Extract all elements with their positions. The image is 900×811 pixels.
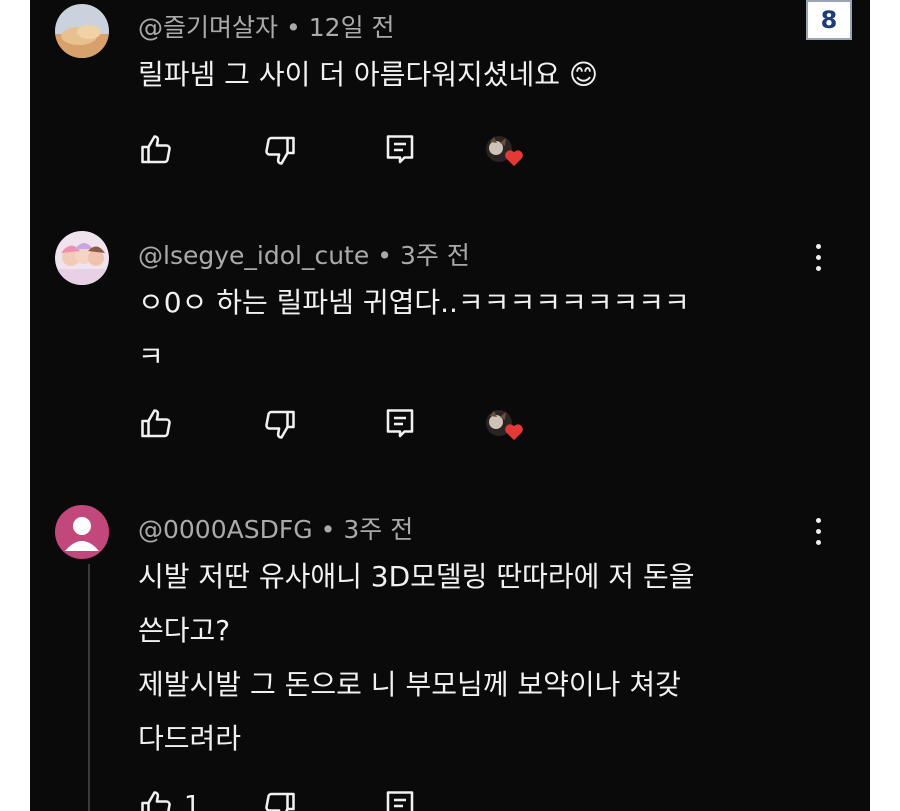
like-button[interactable]	[138, 132, 174, 168]
comment-text-line: 제발시발 그 돈으로 니 부모님께 보약이나 쳐갖	[138, 668, 681, 701]
reply-button[interactable]	[382, 132, 418, 168]
reply-icon	[386, 135, 414, 164]
comment-author[interactable]: @0000ASDFG	[138, 515, 313, 544]
dislike-icon	[265, 792, 295, 811]
creator-heart	[484, 132, 524, 168]
more-options-icon[interactable]	[814, 518, 822, 548]
comment-text: 시발 저딴 유사애니 3D모델링 딴따라에 저 돈을 쓴다고? 제발시발 그 돈…	[138, 550, 694, 766]
comment-text-line: 릴파넴 그 사이 더 아름다워지셨네요 😊	[138, 58, 599, 91]
reply-icon	[386, 791, 414, 811]
comment-timestamp[interactable]: 3주 전	[343, 515, 413, 544]
meta-separator: •	[377, 241, 392, 270]
comment-text-line: 시발 저딴 유사애니 3D모델링 딴따라에 저 돈을	[138, 560, 695, 593]
comment-text-line: ㅋ	[138, 340, 164, 373]
dislike-icon	[265, 410, 295, 439]
like-count: 1	[184, 791, 201, 811]
comment-author[interactable]: @즐기며살자	[138, 13, 278, 42]
avatar[interactable]	[55, 4, 109, 58]
comment-text: ㅇ0ㅇ 하는 릴파넴 귀엽다..ㅋㅋㅋㅋㅋㅋㅋㅋㅋ ㅋ	[138, 276, 690, 384]
like-button[interactable]	[138, 406, 174, 442]
comment-text-line: ㅇ0ㅇ 하는 릴파넴 귀엽다..ㅋㅋㅋㅋㅋㅋㅋㅋㅋ	[138, 286, 690, 319]
comment-meta: @lsegye_idol_cute • 3주 전	[138, 236, 470, 272]
comment-timestamp[interactable]: 3주 전	[400, 241, 470, 270]
avatar[interactable]	[55, 231, 109, 285]
dislike-button[interactable]	[262, 788, 298, 811]
comment-text-line: 다드려라	[138, 722, 242, 755]
like-icon	[141, 135, 171, 164]
comment-text: 릴파넴 그 사이 더 아름다워지셨네요 😊	[138, 48, 598, 102]
creator-heart-icon	[505, 424, 523, 441]
comment-text-line: 쓴다고?	[138, 614, 231, 647]
comment-author[interactable]: @lsegye_idol_cute	[138, 241, 369, 270]
like-button[interactable]: 1	[138, 788, 201, 811]
thread-line	[88, 564, 90, 811]
dislike-icon	[265, 136, 295, 165]
comment-meta: @즐기며살자 • 12일 전	[138, 8, 395, 44]
page-number-badge: 8	[806, 0, 852, 40]
dislike-button[interactable]	[262, 406, 298, 442]
reply-button[interactable]	[382, 788, 418, 811]
like-icon	[141, 791, 171, 811]
more-options-icon[interactable]	[814, 244, 822, 274]
reply-button[interactable]	[382, 406, 418, 442]
meta-separator: •	[286, 13, 301, 42]
reply-icon	[386, 409, 414, 438]
creator-heart	[484, 406, 524, 442]
like-icon	[141, 409, 171, 438]
comments-panel: @즐기며살자 • 12일 전 릴파넴 그 사이 더 아름다워지셨네요 😊 @ls…	[30, 0, 870, 811]
dislike-button[interactable]	[262, 132, 298, 168]
comment-timestamp[interactable]: 12일 전	[309, 13, 395, 42]
creator-heart-icon	[505, 150, 523, 167]
comment-meta: @0000ASDFG • 3주 전	[138, 510, 413, 546]
avatar[interactable]	[55, 505, 109, 559]
meta-separator: •	[320, 515, 336, 544]
